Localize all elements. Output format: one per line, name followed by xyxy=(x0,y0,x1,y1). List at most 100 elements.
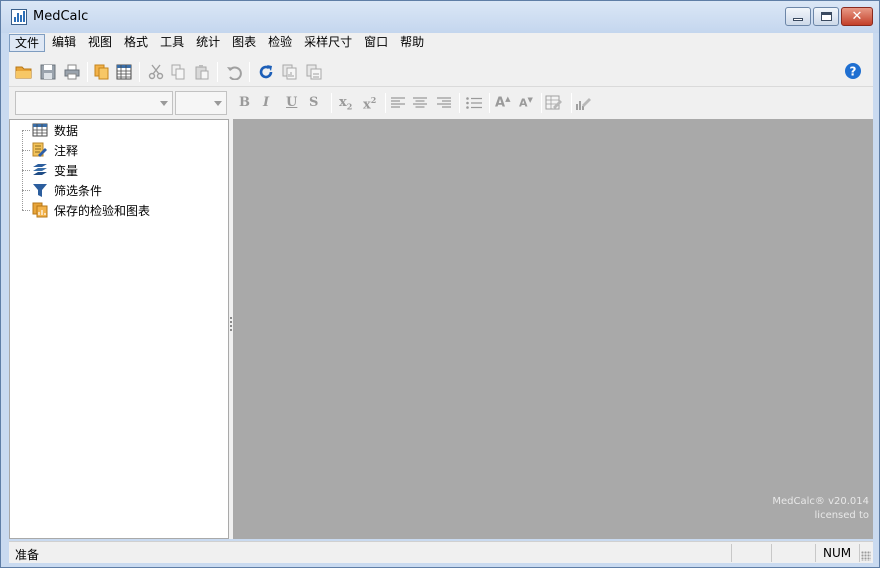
menu-bar: 文件 编辑 视图 格式 工具 统计 图表 检验 采样尺寸 窗口 帮助 xyxy=(9,33,873,53)
app-chart-icon[interactable] xyxy=(11,9,27,25)
copy-graph-icon[interactable] xyxy=(281,63,299,81)
menu-window[interactable]: 窗口 xyxy=(359,34,393,52)
toolbar-separator xyxy=(139,62,140,82)
decrease-font-button[interactable]: A▼ xyxy=(519,96,533,110)
cut-icon[interactable] xyxy=(147,63,165,81)
status-cell xyxy=(815,544,816,562)
open-folder-icon[interactable] xyxy=(15,63,33,81)
filter-icon xyxy=(32,182,48,198)
menu-file[interactable]: 文件 xyxy=(9,34,46,52)
save-icon[interactable] xyxy=(39,63,57,81)
tree-item-variables[interactable]: 变量 xyxy=(10,160,228,180)
toolbar-separator xyxy=(385,93,386,113)
underline-button[interactable]: U xyxy=(286,95,297,110)
window-title: MedCalc xyxy=(33,9,89,24)
minimize-button[interactable] xyxy=(785,7,811,26)
copy-files-icon[interactable] xyxy=(93,63,111,81)
minimize-icon xyxy=(793,18,803,21)
spreadsheet-icon xyxy=(32,122,48,138)
tree-connector xyxy=(22,210,30,211)
medcalc-window: MedCalc ✕ 文件 编辑 视图 格式 工具 统计 图表 检验 采样尺寸 窗… xyxy=(0,0,880,568)
maximize-icon xyxy=(820,12,832,21)
status-message: 准备 xyxy=(15,548,40,562)
tree-connector xyxy=(22,170,30,171)
italic-button[interactable]: I xyxy=(263,95,269,110)
bullet-list-icon[interactable] xyxy=(465,94,483,112)
tree-item-label: 注释 xyxy=(54,143,79,158)
version-text: MedCalc® v20.014 xyxy=(772,496,869,507)
format-toolbar: B I U S x2 x2 A▲ A▼ xyxy=(9,87,873,119)
font-name-combo[interactable] xyxy=(15,91,173,115)
status-cell xyxy=(771,544,772,562)
tree-connector xyxy=(22,190,30,191)
close-icon: ✕ xyxy=(851,9,863,24)
tree-item-label: 保存的检验和图表 xyxy=(54,203,151,218)
tree-item-label: 数据 xyxy=(54,123,79,138)
mdi-workspace: MedCalc® v20.014 licensed to xyxy=(233,119,873,539)
tree-item-label: 筛选条件 xyxy=(54,183,103,198)
toolbar-separator xyxy=(87,62,88,82)
copy-icon[interactable] xyxy=(169,63,187,81)
font-size-combo[interactable] xyxy=(175,91,227,115)
tree-item-notes[interactable]: 注释 xyxy=(10,140,228,160)
status-bar: 准备 NUM xyxy=(9,541,873,563)
resize-grip-icon[interactable] xyxy=(861,551,871,561)
menu-statistics[interactable]: 统计 xyxy=(191,34,225,52)
toolbar-separator xyxy=(217,62,218,82)
align-center-icon[interactable] xyxy=(411,94,429,112)
toolbar-separator xyxy=(249,62,250,82)
superscript-button[interactable]: x2 xyxy=(363,95,376,112)
tree-connector xyxy=(22,130,30,131)
bold-button[interactable]: B xyxy=(239,95,250,110)
toolbar-separator xyxy=(459,93,460,113)
help-icon[interactable]: ? xyxy=(844,62,862,80)
contents-tree: 数据 注释 变量 筛选条件 保存的检验和图表 xyxy=(9,119,229,539)
align-right-icon[interactable] xyxy=(435,94,453,112)
subscript-button[interactable]: x2 xyxy=(339,95,352,112)
menu-view[interactable]: 视图 xyxy=(83,34,117,52)
menu-format[interactable]: 格式 xyxy=(119,34,153,52)
tree-item-label: 变量 xyxy=(54,163,79,178)
tree-item-data[interactable]: 数据 xyxy=(10,120,228,140)
toolbar-separator xyxy=(541,93,542,113)
print-icon[interactable] xyxy=(63,63,81,81)
tree-item-filters[interactable]: 筛选条件 xyxy=(10,180,228,200)
menu-edit[interactable]: 编辑 xyxy=(47,34,81,52)
undo-icon[interactable] xyxy=(225,63,243,81)
menu-sampling[interactable]: 采样尺寸 xyxy=(299,34,357,52)
variables-icon xyxy=(32,162,48,178)
license-text: licensed to xyxy=(814,510,869,521)
increase-font-button[interactable]: A▲ xyxy=(495,95,510,110)
toolbar-separator xyxy=(331,93,332,113)
spreadsheet-icon[interactable] xyxy=(115,63,133,81)
edit-table-icon[interactable] xyxy=(545,94,563,112)
splitter-grip-icon xyxy=(230,317,232,331)
chevron-down-icon xyxy=(160,101,168,106)
menu-graphs[interactable]: 图表 xyxy=(227,34,261,52)
align-left-icon[interactable] xyxy=(389,94,407,112)
menu-help[interactable]: 帮助 xyxy=(395,34,429,52)
format-graph-icon[interactable] xyxy=(305,63,323,81)
toolbar-separator xyxy=(489,93,490,113)
standard-toolbar: ? xyxy=(9,53,873,87)
refresh-icon[interactable] xyxy=(257,63,275,81)
menu-tests[interactable]: 检验 xyxy=(263,34,297,52)
menu-tools[interactable]: 工具 xyxy=(155,34,189,52)
maximize-button[interactable] xyxy=(813,7,839,26)
strikethrough-button[interactable]: S xyxy=(309,95,318,110)
arrow-down-icon: ▼ xyxy=(527,96,533,104)
format-chart-icon[interactable] xyxy=(575,94,593,112)
paste-icon[interactable] xyxy=(193,63,211,81)
toolbar-separator xyxy=(571,93,572,113)
tree-connector xyxy=(22,150,30,151)
close-button[interactable]: ✕ xyxy=(841,7,873,26)
notes-icon xyxy=(32,142,48,158)
num-lock-indicator: NUM xyxy=(823,546,852,560)
tree-item-saved-tests[interactable]: 保存的检验和图表 xyxy=(10,200,228,220)
chevron-down-icon xyxy=(214,101,222,106)
svg-text:?: ? xyxy=(850,65,857,79)
saved-tests-icon xyxy=(32,202,48,218)
status-cell xyxy=(859,544,860,562)
arrow-up-icon: ▲ xyxy=(505,95,511,103)
title-bar[interactable]: MedCalc ✕ xyxy=(1,1,879,33)
